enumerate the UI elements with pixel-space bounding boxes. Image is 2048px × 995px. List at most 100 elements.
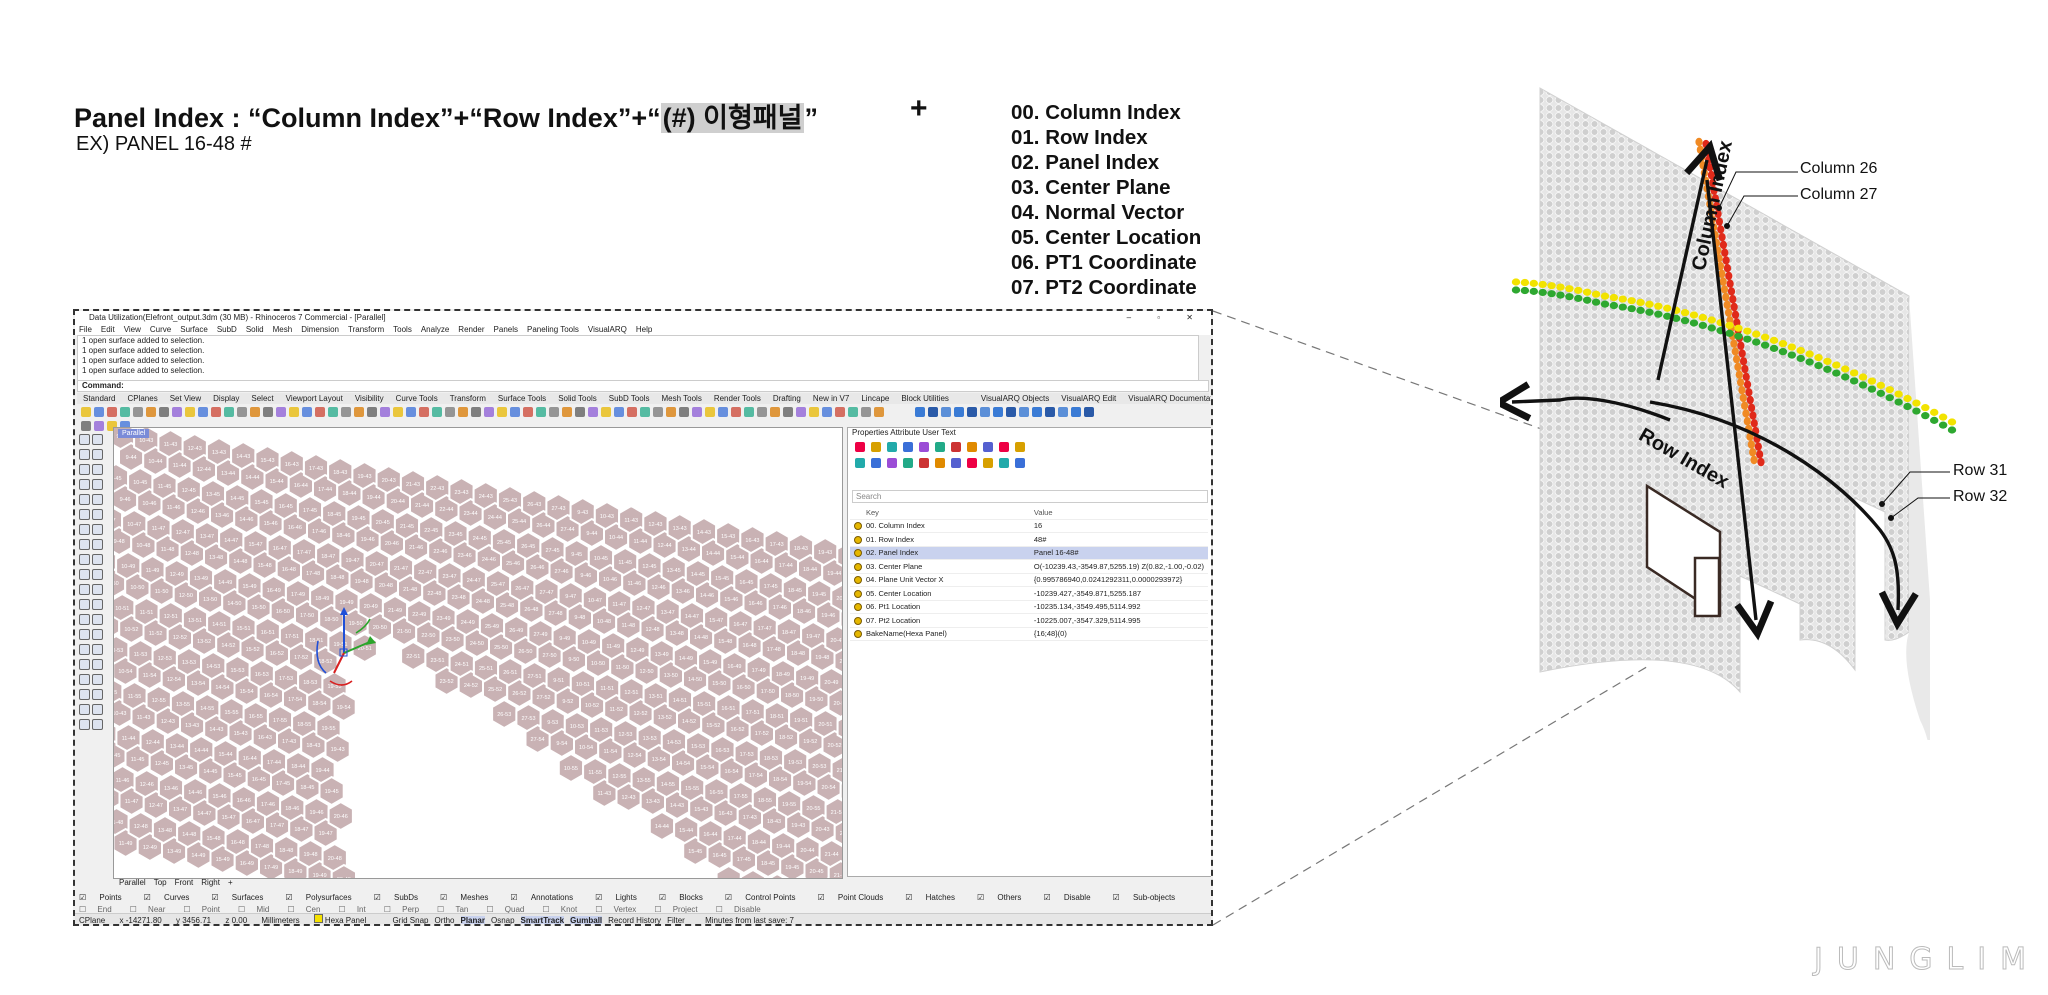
row-panel bbox=[1654, 302, 1663, 310]
row-panel bbox=[1823, 365, 1832, 373]
column-panel bbox=[1723, 263, 1732, 273]
row-panel bbox=[1707, 316, 1716, 324]
column-panel bbox=[1730, 339, 1738, 348]
row-panel bbox=[1903, 394, 1912, 403]
row-panel bbox=[1885, 386, 1894, 394]
column-panel bbox=[1732, 354, 1741, 364]
row-panel bbox=[1876, 381, 1886, 389]
row-panel bbox=[1947, 418, 1957, 426]
column-panel bbox=[1745, 388, 1753, 397]
row-panel bbox=[1618, 295, 1627, 303]
column-panel bbox=[1721, 248, 1729, 257]
column-panel bbox=[1741, 401, 1749, 410]
row-panel bbox=[1609, 293, 1619, 302]
column-panel bbox=[1703, 147, 1711, 157]
row-panel bbox=[1645, 308, 1654, 316]
callout-column-27: Column 27 bbox=[1800, 186, 1878, 203]
column-panel bbox=[1735, 370, 1743, 379]
row-panel bbox=[1867, 385, 1877, 393]
column-panel bbox=[1739, 393, 1747, 403]
column-panel bbox=[1734, 362, 1742, 372]
row-panel bbox=[1600, 300, 1610, 308]
row-panel bbox=[1547, 290, 1556, 298]
row-panel bbox=[1769, 336, 1779, 344]
row-panel bbox=[1725, 321, 1734, 329]
row-panel bbox=[1663, 304, 1672, 312]
row-panel bbox=[1556, 283, 1565, 291]
row-panel bbox=[1680, 309, 1690, 317]
column-panel bbox=[1746, 395, 1754, 405]
row-panel bbox=[1858, 381, 1868, 389]
row-panel bbox=[1725, 329, 1734, 337]
row-panel bbox=[1832, 369, 1841, 377]
row-panel bbox=[1903, 402, 1912, 411]
column-panel bbox=[1725, 271, 1733, 281]
row-panel bbox=[1930, 416, 1939, 424]
row-panel bbox=[1582, 288, 1592, 296]
column-panel bbox=[1731, 347, 1739, 356]
row-panel bbox=[1582, 296, 1592, 304]
row-panel bbox=[1574, 294, 1583, 302]
row-panel bbox=[1698, 321, 1708, 330]
column-panel bbox=[1731, 310, 1740, 319]
column-panel bbox=[1696, 145, 1704, 154]
column-panel bbox=[1720, 285, 1729, 294]
row-panel bbox=[1760, 333, 1770, 341]
row-panel bbox=[1885, 394, 1894, 402]
row-panel bbox=[1520, 286, 1530, 295]
row-panel bbox=[1921, 404, 1930, 412]
row-panel bbox=[1947, 426, 1957, 434]
row-panel bbox=[1529, 279, 1538, 287]
row-panel bbox=[1520, 278, 1530, 287]
row-panel bbox=[1849, 369, 1859, 377]
row-panel bbox=[1591, 298, 1601, 306]
row-panel bbox=[1930, 408, 1939, 416]
column-panel bbox=[1756, 450, 1764, 459]
row-panel bbox=[1849, 377, 1859, 385]
row-panel bbox=[1743, 327, 1752, 335]
row-panel bbox=[1556, 291, 1565, 299]
row-panel bbox=[1938, 421, 1948, 429]
row-panel bbox=[1743, 335, 1752, 343]
row-panel bbox=[1938, 413, 1948, 421]
row-panel bbox=[1591, 290, 1601, 298]
row-panel bbox=[1689, 319, 1699, 327]
column-panel bbox=[1738, 349, 1746, 358]
column-panel bbox=[1718, 232, 1726, 242]
column-panel bbox=[1749, 411, 1757, 420]
row-panel bbox=[1841, 365, 1850, 373]
column-panel bbox=[1723, 300, 1731, 310]
row-panel bbox=[1529, 287, 1538, 295]
row-panel bbox=[1814, 362, 1823, 370]
row-panel bbox=[1805, 350, 1814, 358]
row-panel bbox=[1680, 317, 1690, 325]
row-panel bbox=[1814, 354, 1823, 362]
row-panel bbox=[1752, 338, 1761, 346]
row-panel bbox=[1805, 358, 1814, 366]
column-panel bbox=[1722, 292, 1730, 302]
row-panel bbox=[1565, 293, 1574, 301]
row-panel bbox=[1912, 399, 1921, 407]
column-panel bbox=[1750, 419, 1758, 428]
column-panel bbox=[1724, 308, 1733, 317]
row-panel bbox=[1787, 351, 1797, 359]
row-panel bbox=[1547, 282, 1556, 290]
column-panel bbox=[1719, 277, 1727, 286]
row-panel bbox=[1734, 332, 1743, 340]
row-panel bbox=[1538, 280, 1547, 289]
column-panel bbox=[1698, 153, 1706, 162]
column-panel bbox=[1726, 279, 1734, 288]
column-panel bbox=[1743, 417, 1751, 426]
watermark-logo: JUNGLIM bbox=[1814, 942, 2040, 978]
row-panel bbox=[1636, 306, 1645, 315]
row-panel bbox=[1636, 298, 1645, 307]
row-panel bbox=[1894, 390, 1903, 398]
column-panel bbox=[1719, 240, 1728, 250]
row-panel bbox=[1894, 398, 1903, 406]
column-panel bbox=[1749, 448, 1757, 457]
column-panel bbox=[1757, 457, 1765, 467]
column-panel bbox=[1742, 409, 1750, 418]
column-panel bbox=[1754, 442, 1762, 451]
row-panel bbox=[1769, 344, 1779, 352]
row-panel bbox=[1796, 346, 1805, 355]
